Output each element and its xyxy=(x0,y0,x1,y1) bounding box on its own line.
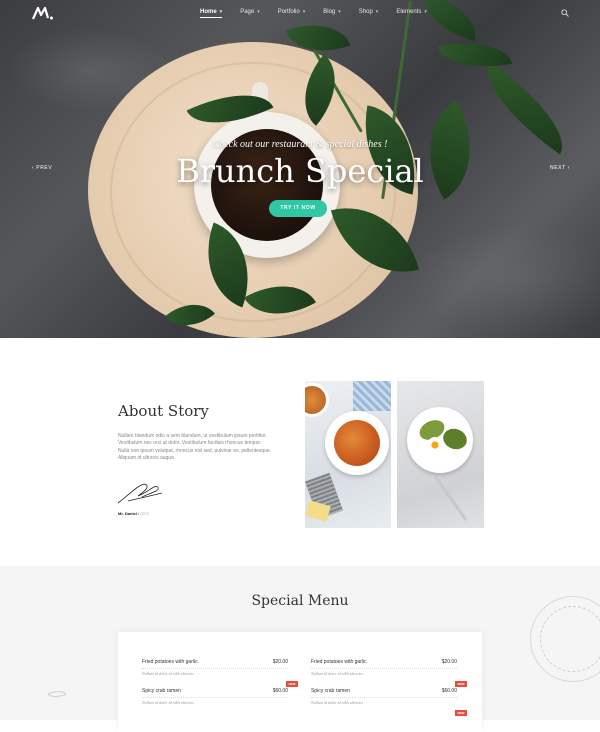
dish-price: $20.00 xyxy=(441,659,457,665)
hero-subtitle: Check out our restaurant & special dishe… xyxy=(212,139,388,150)
nav-item-label: Blog xyxy=(323,9,336,15)
menu-card: Fried potatoes with garlic $20.00 Nullam … xyxy=(118,632,482,732)
nav-item-label: Home xyxy=(200,9,217,15)
dish-description: Nullam id dolor id nibh ultricies xyxy=(311,697,457,705)
dish-price: $60.00 xyxy=(441,688,457,694)
special-menu-title: Special Menu xyxy=(251,593,349,609)
nav-item-label: Portfolio xyxy=(277,9,300,15)
about-text: Nullam blandum odio a sem blandum, ut ve… xyxy=(118,433,272,462)
new-badge: NEW xyxy=(455,681,467,687)
author-line: Mr. Daniel / CEO xyxy=(118,511,149,516)
menu-item: Spicy crab ramen $60.00 Nullam id dolor i… xyxy=(311,688,457,705)
chevron-down-icon: ▾ xyxy=(257,9,260,15)
dish-name: Fried potatoes with garlic xyxy=(142,659,198,665)
chevron-down-icon: ▾ xyxy=(219,9,223,15)
chevron-down-icon: ▾ xyxy=(424,9,427,15)
author-name: Mr. Daniel xyxy=(118,511,137,516)
dish-price: $20.00 xyxy=(272,659,288,665)
signature-image xyxy=(117,483,163,504)
dish-name: Fried potatoes with garlic xyxy=(311,659,367,665)
dish-description: Nullam id dolor id nibh ultricies xyxy=(142,697,288,705)
nav-item-label: Page xyxy=(240,9,255,15)
sketch-bowl-decoration xyxy=(540,606,600,672)
nav-item-page[interactable]: Page ▾ xyxy=(240,9,260,18)
nav-item-home[interactable]: Home ▾ xyxy=(200,9,223,18)
author-role: CEO xyxy=(140,511,149,516)
avocado-toast-photo xyxy=(397,381,484,528)
new-badge: NEW xyxy=(286,681,298,687)
nav-menu: Home ▾ Page ▾ Portfolio ▾ Blog ▾ Shop ▾ Eleme… xyxy=(200,9,445,18)
nav-item-shop[interactable]: Shop ▾ xyxy=(359,9,379,18)
dish-name: Spicy crab ramen xyxy=(142,688,181,694)
nav-item-portfolio[interactable]: Portfolio ▾ xyxy=(278,9,306,18)
search-icon[interactable] xyxy=(561,9,569,17)
nav-item-elements[interactable]: Elements ▾ xyxy=(396,9,427,18)
new-badge: NEW xyxy=(455,710,467,716)
chevron-down-icon: ▾ xyxy=(302,9,306,15)
towel xyxy=(353,381,391,411)
hero-slider: Home ▾ Page ▾ Portfolio ▾ Blog ▾ Shop ▾ Eleme… xyxy=(0,0,600,338)
pasta-photo xyxy=(305,381,391,528)
chevron-down-icon: ▾ xyxy=(375,9,379,15)
dish-price: $60.00 xyxy=(272,688,288,694)
hero-title: Brunch Special xyxy=(176,152,424,190)
egg xyxy=(427,437,443,453)
nav-item-label: Elements xyxy=(396,9,422,15)
dish-description: Nullam id dolor id nibh ultricies xyxy=(311,668,457,676)
menu-item: Fried potatoes with garlic $20.00 Nullam … xyxy=(311,659,457,676)
nav-item-blog[interactable]: Blog ▾ xyxy=(323,9,341,18)
site-logo[interactable] xyxy=(32,6,54,20)
chevron-down-icon: ▾ xyxy=(338,9,341,15)
pasta xyxy=(334,420,380,466)
menu-item: Fried potatoes with garlic $20.00 Nullam … xyxy=(142,659,288,676)
fork xyxy=(433,475,468,521)
small-bowl xyxy=(305,383,329,417)
author-separator: / xyxy=(138,511,140,516)
about-section xyxy=(0,338,600,566)
dish-description: Nullam id dolor id nibh ultricies xyxy=(142,668,288,676)
nav-item-label: Shop xyxy=(358,9,373,15)
dish-name: Spicy crab ramen xyxy=(311,688,350,694)
try-it-now-button[interactable]: TRY IT NOW xyxy=(269,200,327,217)
menu-item: Spicy crab ramen $60.00 Nullam id dolor i… xyxy=(142,688,288,705)
main-navigation: Home ▾ Page ▾ Portfolio ▾ Blog ▾ Shop ▾ Eleme… xyxy=(0,0,600,28)
about-title: About Story xyxy=(118,402,209,420)
